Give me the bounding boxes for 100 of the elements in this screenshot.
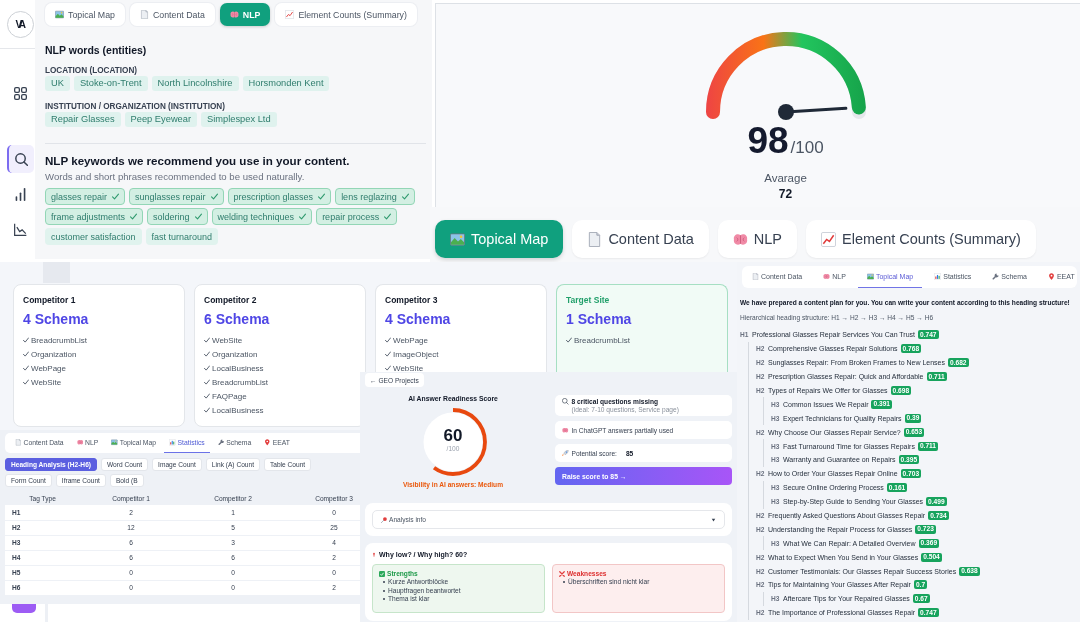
keyword-text: prescription glasses <box>233 191 314 202</box>
schema-type: FAQPage <box>212 391 247 401</box>
schema-count: 1 Schema <box>566 311 633 327</box>
wrench-icon <box>992 273 1000 280</box>
tab[interactable]: Content Data <box>129 3 215 26</box>
search-icon <box>15 152 28 166</box>
check-icon <box>385 337 391 343</box>
pin-icon <box>264 439 271 446</box>
keyword-text: repair process <box>322 211 380 222</box>
score-value: 98 <box>747 123 789 159</box>
pin-icon <box>1047 273 1055 280</box>
entity-tag: Repair Glasses <box>45 112 121 127</box>
check-icon <box>23 365 29 371</box>
check-icon <box>23 337 29 343</box>
brain-icon <box>562 426 569 434</box>
line-chart-icon <box>285 10 295 19</box>
keyword-text: glasses repair <box>51 191 108 202</box>
keyword-text: sunglasses repair <box>135 191 206 202</box>
check-icon <box>204 365 210 371</box>
schema-type: LocalBusiness <box>212 405 264 415</box>
gauge-needle <box>777 104 847 120</box>
brain-icon <box>229 10 239 19</box>
schema-type: BreadcrumbList <box>31 335 88 345</box>
section-title: NLP words (entities) <box>45 44 147 56</box>
card-title: Competitor 2 <box>204 295 258 306</box>
cross-icon <box>559 570 565 577</box>
check-icon <box>23 351 29 357</box>
document-icon <box>587 231 603 247</box>
check-icon <box>299 213 307 220</box>
tab[interactable]: Element Counts (Summary) <box>806 220 1036 258</box>
keyword-text: customer satisfaction <box>51 231 136 242</box>
schema-type: WebSite <box>212 335 243 345</box>
check-icon <box>385 351 391 357</box>
search-icon <box>562 398 569 405</box>
schema-type: BreadcrumbList <box>574 335 631 345</box>
bar-chart-icon <box>169 439 176 446</box>
rocket-icon <box>562 449 569 457</box>
group-label: LOCATION (LOCATION) <box>45 66 137 76</box>
tab[interactable]: Topical Map <box>45 3 125 26</box>
line-chart-icon <box>14 222 27 236</box>
schema-count: 4 Schema <box>385 311 452 327</box>
check-icon <box>210 193 218 200</box>
average-value: 72 <box>778 187 793 201</box>
check-icon <box>566 337 572 343</box>
schema-type: Organization <box>212 349 258 359</box>
entity-tag: UK <box>45 76 70 91</box>
entity-tag: Simplespex Ltd <box>201 112 277 127</box>
card-title: Competitor 1 <box>23 295 77 306</box>
card-title: Target Site <box>566 295 611 306</box>
check-icon <box>204 407 210 413</box>
grid-icon <box>14 86 27 100</box>
keyword-text: frame adjustments <box>51 211 126 222</box>
schema-type: WebPage <box>393 335 428 345</box>
entity-tag: Peep Eyewear <box>124 112 198 127</box>
entity-tag: Stoke-on-Trent <box>73 76 148 91</box>
keyword-text: welding techniques <box>217 211 295 222</box>
map-icon <box>866 273 874 280</box>
map-icon <box>450 231 465 247</box>
exclamation-icon <box>372 551 376 558</box>
check-icon <box>130 213 138 220</box>
schema-type: WebSite <box>31 377 62 387</box>
tab[interactable]: NLP <box>717 220 798 258</box>
schema-type: BreadcrumbList <box>212 377 269 387</box>
check-icon <box>204 351 210 357</box>
card-title: Competitor 3 <box>385 295 439 306</box>
check-box-icon <box>379 570 385 577</box>
keyword-text: lens reglazing <box>341 191 397 202</box>
bar-chart-icon <box>934 273 942 280</box>
section-hint: Words and short phrases recommended to be used naturally. <box>45 171 305 183</box>
brain-icon <box>823 273 831 280</box>
entity-tag: North Lincolnshire <box>151 76 239 91</box>
schema-type: WebPage <box>31 363 66 373</box>
schema-count: 6 Schema <box>204 311 271 327</box>
brain-icon <box>76 439 84 446</box>
brain-icon <box>732 231 748 247</box>
tab[interactable]: Content Data <box>572 220 709 258</box>
caret-icon <box>711 517 716 522</box>
average-label: Avarage <box>764 171 807 185</box>
sidebar-item[interactable] <box>7 145 34 173</box>
keyword-text: soldering <box>153 211 190 222</box>
schema-type: Organization <box>31 349 77 359</box>
check-icon <box>204 393 210 399</box>
line-chart-icon <box>821 231 837 247</box>
document-icon <box>752 273 759 280</box>
check-icon <box>23 379 29 385</box>
check-icon <box>112 193 120 200</box>
map-icon <box>111 439 118 446</box>
check-icon <box>204 337 210 343</box>
schema-type: ImageObject <box>393 349 439 359</box>
check-icon <box>384 213 392 220</box>
wrench-icon <box>217 439 225 446</box>
document-icon <box>139 10 149 19</box>
check-icon <box>204 379 210 385</box>
entity-tag: Horsmonden Kent <box>242 76 330 91</box>
sidebar-button[interactable] <box>12 604 36 613</box>
schema-type: WebSite <box>393 363 424 373</box>
check-icon <box>194 213 202 220</box>
score-max: /100 <box>790 137 824 159</box>
tab[interactable]: Element Counts (Summary) <box>275 3 417 26</box>
schema-type: LocalBusiness <box>212 363 264 373</box>
